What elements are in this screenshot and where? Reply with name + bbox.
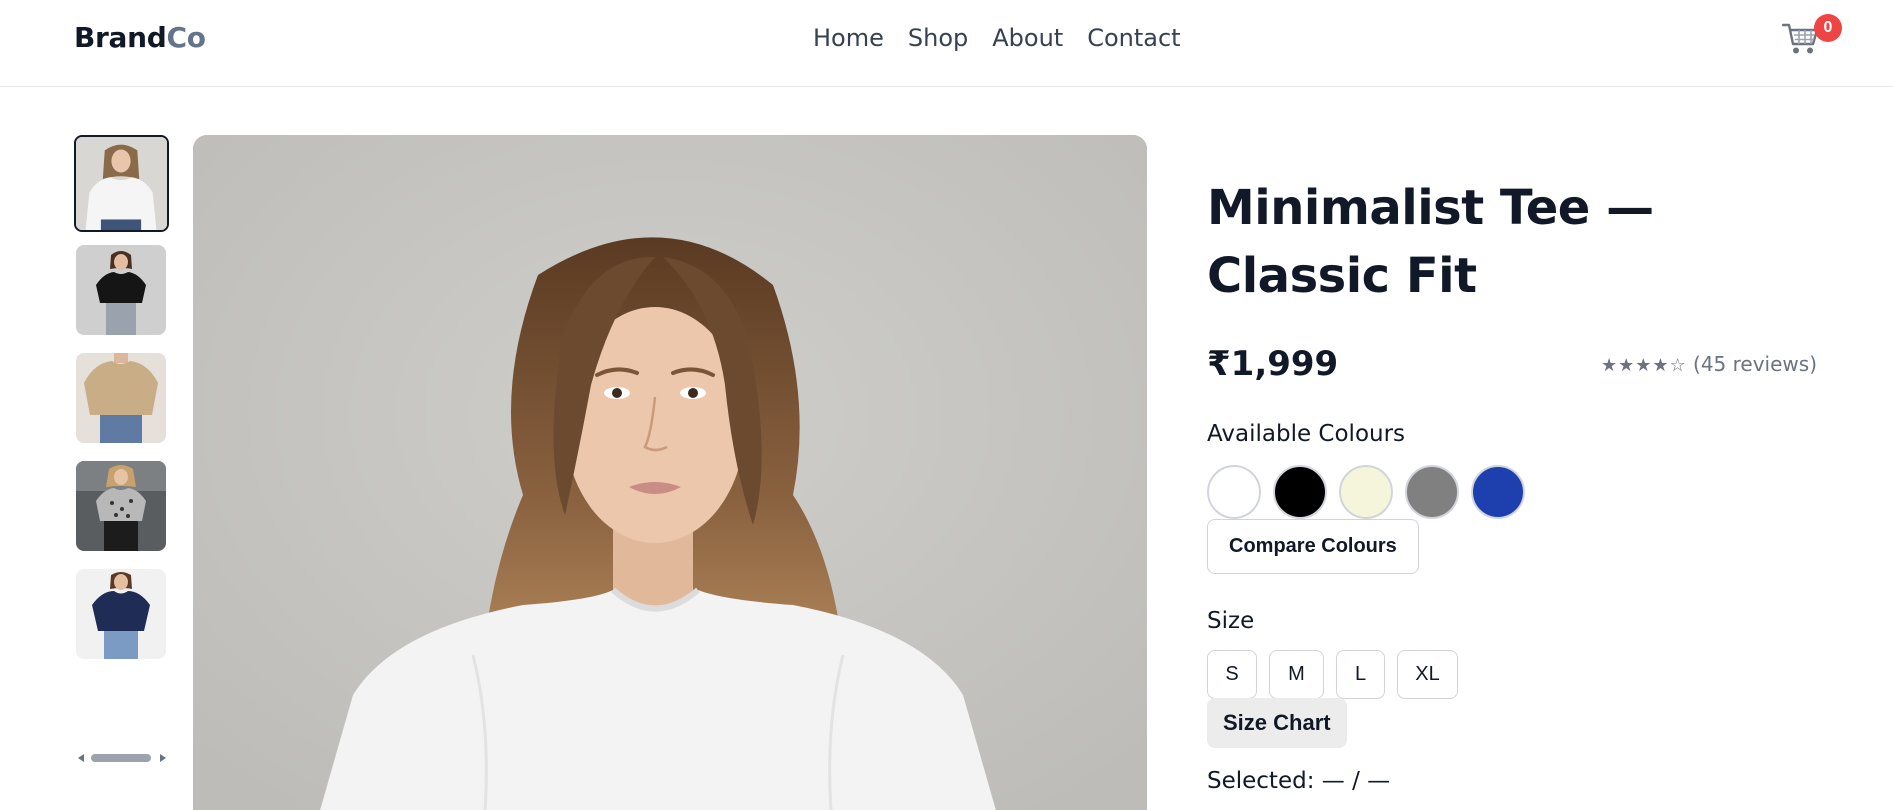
main-product-image: [193, 135, 1147, 810]
product-price: ₹1,999: [1207, 344, 1339, 384]
scroll-right-arrow-icon[interactable]: [160, 754, 166, 762]
main-nav: Home Shop About Contact: [813, 22, 1181, 54]
thumbnail-patterned-tee[interactable]: [76, 461, 166, 551]
review-count[interactable]: (45 reviews): [1693, 352, 1817, 376]
selected-variant-text: Selected: — / —: [1207, 768, 1391, 794]
nav-home[interactable]: Home: [813, 22, 884, 54]
size-chart-button[interactable]: Size Chart: [1207, 698, 1347, 748]
nav-about[interactable]: About: [992, 22, 1063, 54]
thumbnail-white-tee[interactable]: [74, 135, 169, 232]
logo-co: Co: [166, 21, 206, 54]
star-rating-icon: ★★★★☆: [1600, 355, 1687, 376]
compare-colours-button[interactable]: Compare Colours: [1207, 519, 1419, 574]
colour-swatch-white[interactable]: [1207, 465, 1261, 519]
logo-brand: Brand: [74, 21, 167, 54]
thumbnail-beige-tee[interactable]: [76, 353, 166, 443]
scroll-left-arrow-icon[interactable]: [78, 754, 84, 762]
colour-swatch-grey[interactable]: [1405, 465, 1459, 519]
colour-swatch-list: [1207, 465, 1525, 519]
nav-contact[interactable]: Contact: [1087, 22, 1180, 54]
product-title: Minimalist Tee — Classic Fit: [1207, 180, 1654, 304]
colour-swatch-black[interactable]: [1273, 465, 1327, 519]
scrollbar-thumb[interactable]: [91, 754, 151, 762]
thumbnail-scrollbar[interactable]: [78, 752, 166, 764]
size-option-list: S M L XL: [1207, 650, 1458, 699]
size-option-xl[interactable]: XL: [1397, 650, 1458, 699]
cart-button[interactable]: 0: [1782, 14, 1842, 60]
product-rating[interactable]: ★★★★☆ (45 reviews): [1601, 350, 1817, 380]
size-label: Size: [1207, 608, 1255, 634]
size-option-m[interactable]: M: [1269, 650, 1324, 699]
thumbnail-black-tee[interactable]: [76, 245, 166, 335]
size-option-s[interactable]: S: [1207, 650, 1257, 699]
thumbnail-navy-tee[interactable]: [76, 569, 166, 659]
colour-swatch-blue[interactable]: [1471, 465, 1525, 519]
cart-count-badge: 0: [1814, 14, 1842, 42]
size-option-l[interactable]: L: [1336, 650, 1385, 699]
brand-logo[interactable]: BrandCo: [74, 20, 206, 56]
nav-shop[interactable]: Shop: [908, 22, 968, 54]
colours-label: Available Colours: [1207, 421, 1406, 447]
colour-swatch-beige[interactable]: [1339, 465, 1393, 519]
site-header: BrandCo Home Shop About Contact 0: [0, 0, 1893, 87]
